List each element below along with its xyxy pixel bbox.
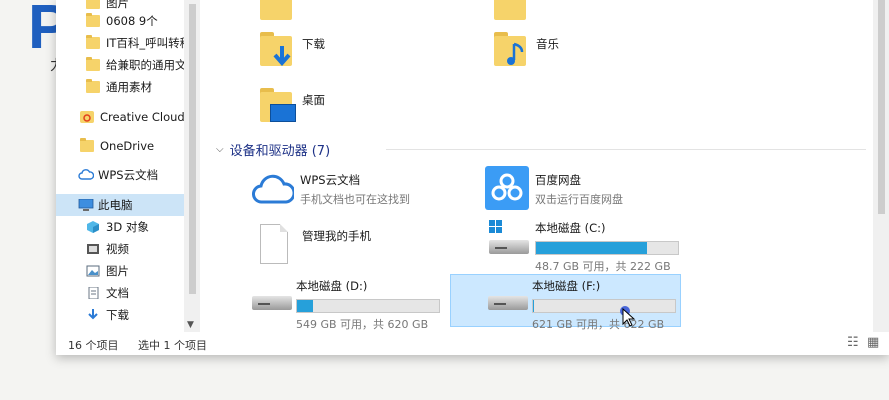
file-explorer-window: 图片 0608 9个 IT百科_呼叫转移 给兼职的通用文件 通用素材 Creat… [56,0,889,355]
drive-space-info: 549 GB 可用，共 620 GB [296,318,429,331]
video-icon [86,243,100,255]
section-title: 设备和驱动器 (7) [229,144,331,159]
sidebar-item-0608[interactable]: 0608 9个 [56,10,200,32]
sidebar-item-videos[interactable]: 视频 [56,238,200,260]
3d-objects-icon [86,221,100,233]
downloads-folder-icon [260,32,294,68]
content-scrollbar[interactable] [873,0,889,332]
details-view-icon[interactable]: ☷ [847,335,859,350]
navigation-scrollbar-thumb[interactable] [189,4,196,294]
creative-cloud-icon [80,111,94,123]
download-icon [86,309,100,321]
chevron-down-icon: ⌵ [216,144,224,155]
folder-icon [86,35,100,49]
wps-cloud-icon [252,174,294,204]
system-drive-icon [485,220,531,260]
pictures-icon [86,265,100,277]
sidebar-item-downloads[interactable]: 下载 [56,304,200,326]
folder-icon [86,57,100,71]
sidebar-item-onedrive[interactable]: OneDrive [56,135,200,157]
folder-label: 下载 [302,37,325,51]
documents-icon [86,286,100,300]
drive-name: 本地磁盘 (D:) [296,279,368,293]
folder-label: 桌面 [302,93,325,107]
content-pane: 下载 音乐 桌面 ⌵ 设备和驱动器 (7) WPS云文档 手机文档也可在这找到 … [208,0,873,332]
drive-usage-bar [532,299,676,313]
navigation-pane: 图片 0608 9个 IT百科_呼叫转移 给兼职的通用文件 通用素材 Creat… [56,0,200,332]
devices-section-header[interactable]: ⌵ 设备和驱动器 (7) [216,140,330,159]
desktop-folder-icon [260,88,296,124]
drive-space-info: 48.7 GB 可用，共 222 GB [535,260,671,273]
chevron-down-icon[interactable]: ▼ [187,320,194,330]
folder-music[interactable]: 音乐 [494,32,559,68]
device-description: 手机文档也可在这找到 [300,193,410,206]
folder-icon [494,0,528,22]
folder-icon [86,13,100,27]
device-manage-phone[interactable]: 管理我的手机 [260,224,371,264]
hard-drive-icon [488,290,528,312]
drive-space-info: 621 GB 可用，共 622 GB [532,318,665,331]
item-count: 16 个项目 [68,339,119,352]
folder-label: 音乐 [536,37,559,51]
sidebar-item-documents[interactable]: 文档 [56,282,200,304]
folder-tile-partial-2[interactable] [494,0,528,22]
device-name: 管理我的手机 [302,229,371,243]
sidebar-item-3d-objects[interactable]: 3D 对象 [56,216,200,238]
baidu-netdisk-icon [485,166,529,210]
mouse-cursor-icon [622,308,636,327]
sidebar-item-materials[interactable]: 通用素材 [56,76,200,98]
folder-tile-partial-1[interactable] [260,0,294,22]
sidebar-item-this-pc[interactable]: 此电脑 [56,194,200,216]
drive-name: 本地磁盘 (C:) [535,221,606,235]
drive-usage-fill [536,242,647,254]
device-description: 双击运行百度网盘 [535,193,623,206]
hard-drive-icon [252,290,292,312]
status-bar: 16 个项目 选中 1 个项目 ☷ ▦ [56,332,889,355]
sidebar-item-parttime-files[interactable]: 给兼职的通用文件 [56,54,200,76]
device-name: WPS云文档 [300,173,361,187]
drive-usage-bar [535,241,679,255]
folder-icon [80,138,94,152]
drive-d[interactable]: 本地磁盘 (D:) 549 GB 可用，共 620 GB [252,278,440,332]
drive-c[interactable]: 本地磁盘 (C:) 48.7 GB 可用，共 222 GB [485,220,679,274]
large-icons-view-icon[interactable]: ▦ [867,335,879,350]
folder-icon [260,0,294,22]
device-baidu-netdisk[interactable]: 百度网盘 双击运行百度网盘 [485,166,623,210]
folder-downloads[interactable]: 下载 [260,32,325,68]
selected-count: 选中 1 个项目 [138,339,207,352]
sidebar-item-wps-cloud[interactable]: WPS云文档 [56,164,200,186]
music-folder-icon [494,32,528,68]
cloud-icon [78,169,95,181]
drive-usage-bar [296,299,440,313]
drive-name: 本地磁盘 (F:) [532,279,601,293]
section-divider [386,149,866,150]
content-scrollbar-thumb[interactable] [878,0,885,214]
drive-f[interactable]: 本地磁盘 (F:) 621 GB 可用，共 622 GB [488,278,676,332]
sidebar-item-it-baike[interactable]: IT百科_呼叫转移 [56,32,200,54]
sidebar-item-creative-cloud[interactable]: Creative Cloud F [56,106,200,128]
folder-icon [86,0,100,9]
device-name: 百度网盘 [535,173,581,187]
document-icon [260,224,288,264]
computer-icon [78,198,94,211]
navigation-scrollbar[interactable]: ▼ [184,0,200,332]
device-wps-cloud[interactable]: WPS云文档 手机文档也可在这找到 [252,172,410,207]
drive-usage-fill [297,300,313,312]
folder-desktop[interactable]: 桌面 [260,88,325,124]
folder-icon [86,79,100,93]
sidebar-item-pictures[interactable]: 图片 [56,260,200,282]
